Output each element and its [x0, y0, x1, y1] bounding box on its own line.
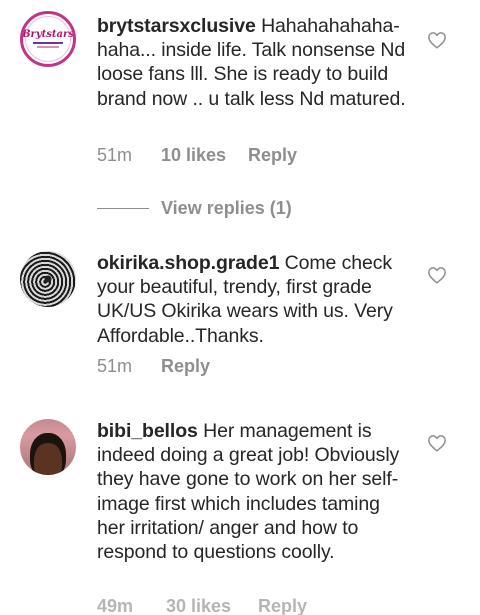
comment-meta: 51m 10 likes Reply [97, 145, 297, 166]
view-replies-label: View replies (1) [161, 197, 292, 218]
comment-text: bibi_bellos Her management is indeed doi… [97, 419, 407, 564]
brand-logo: Brytstars [22, 16, 74, 62]
comment-text: brytstarsxclusive Hahahahahaha-haha... i… [97, 14, 407, 111]
profile-photo [34, 443, 62, 475]
comment-likes[interactable]: 10 likes [161, 145, 248, 166]
heart-outline-icon[interactable] [427, 434, 447, 452]
divider-line [97, 207, 149, 209]
comment-likes[interactable]: 30 likes [166, 596, 253, 615]
avatar[interactable]: Brytstars [20, 11, 76, 67]
brand-logo-text: Brytstars [22, 29, 74, 40]
reply-button[interactable]: Reply [258, 596, 307, 615]
comment-text: okirika.shop.grade1 Come check your beau… [97, 251, 407, 348]
logo-stripe [37, 46, 59, 48]
reply-button[interactable]: Reply [248, 145, 297, 166]
comment-meta: 49m 30 likes Reply [97, 596, 307, 615]
logo-stripe [33, 42, 63, 44]
view-replies-button[interactable]: View replies (1) [97, 197, 292, 219]
comment-time: 49m [97, 596, 134, 615]
comment-username[interactable]: brytstarsxclusive [97, 15, 256, 37]
comment-time: 51m [97, 145, 133, 165]
avatar[interactable] [20, 419, 76, 475]
avatar[interactable] [20, 251, 76, 307]
comment-username[interactable]: bibi_bellos [97, 420, 198, 442]
comment-time: 51m [97, 356, 133, 376]
heart-outline-icon[interactable] [427, 31, 447, 49]
heart-outline-icon[interactable] [427, 266, 447, 284]
reply-button[interactable]: Reply [161, 356, 210, 377]
comment-meta: 51m Reply [97, 356, 210, 377]
comment-username[interactable]: okirika.shop.grade1 [97, 252, 279, 274]
